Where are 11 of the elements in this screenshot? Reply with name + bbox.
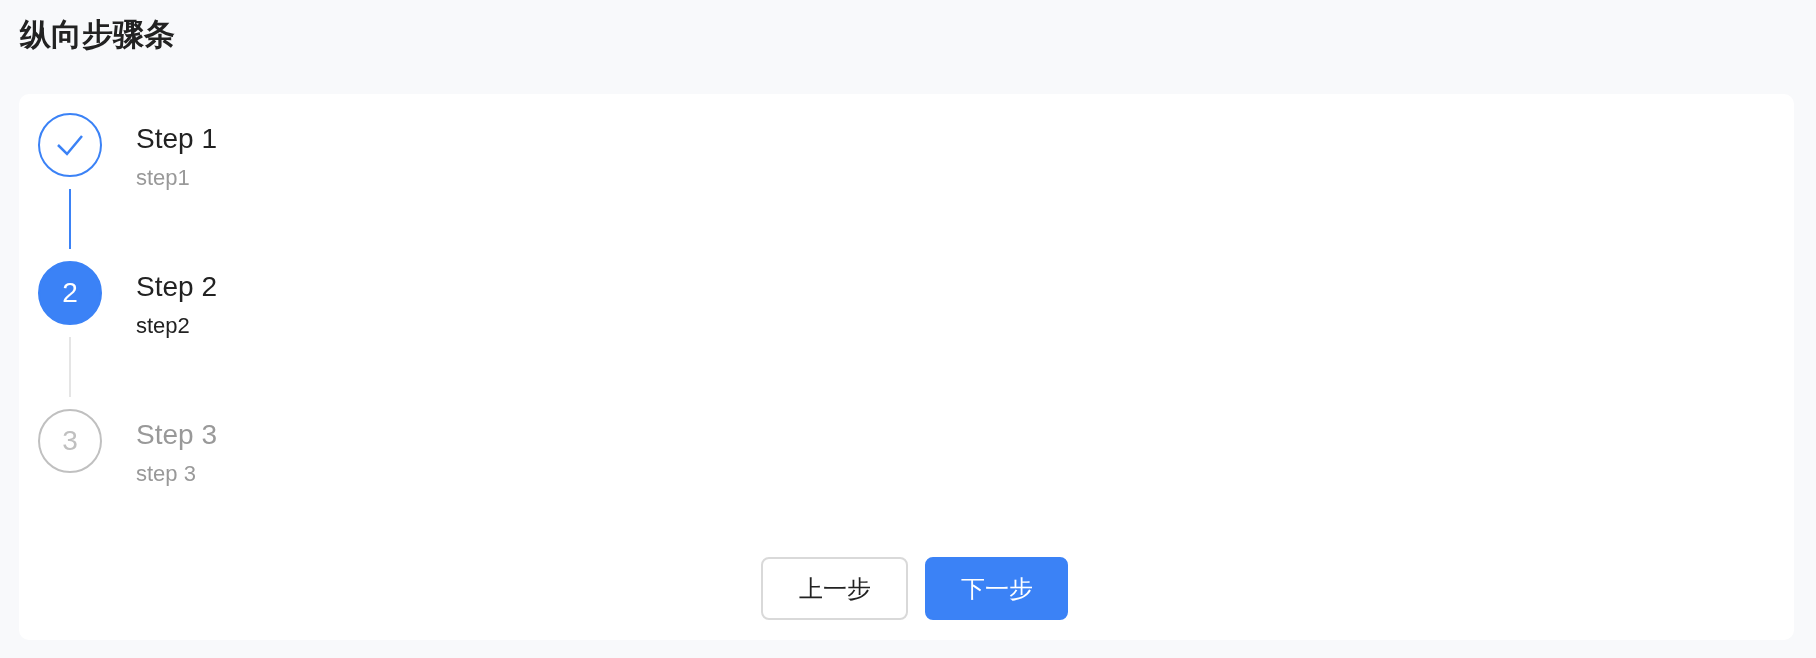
step-number: 2: [62, 277, 78, 309]
step-title: Step 3: [136, 418, 217, 452]
step-title: Step 1: [136, 122, 217, 156]
next-button[interactable]: 下一步: [925, 557, 1068, 620]
step-number: 3: [62, 425, 78, 457]
previous-button[interactable]: 上一步: [761, 557, 908, 620]
step-title: Step 2: [136, 270, 217, 304]
step-description: step 3: [136, 460, 197, 488]
step-description: step1: [136, 164, 191, 192]
step-description: step2: [136, 312, 191, 340]
page-title: 纵向步骤条: [20, 16, 176, 54]
